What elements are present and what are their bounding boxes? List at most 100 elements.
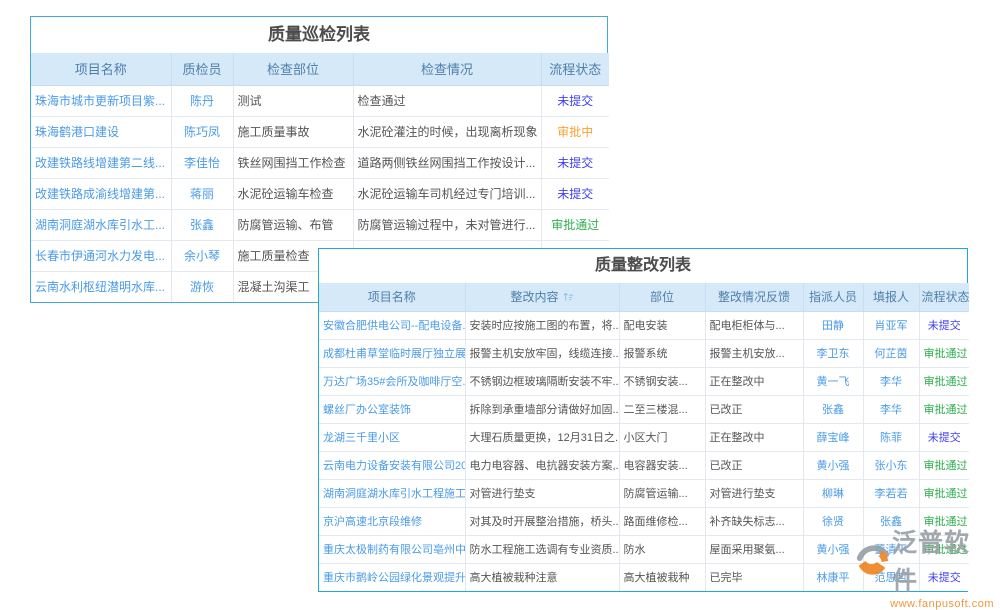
cell-assignee[interactable]: 黄一飞 [803,367,863,395]
column-header-project_name: 项目名称 [31,53,171,85]
cell-reporter[interactable]: 张小东 [863,451,919,479]
cell-content: 防水工程施工选调有专业资质... [465,535,619,563]
cell-assignee[interactable]: 田静 [803,311,863,339]
column-header-inspector: 质检员 [171,53,233,85]
cell-project_name[interactable]: 安徽合肥供电公司--配电设备... [319,311,465,339]
cell-part: 路面维修检... [619,507,705,535]
cell-project_name[interactable]: 云南水利枢纽潜明水库... [31,271,171,302]
cell-check_part: 水泥砼运输车检查 [233,178,353,209]
cell-project_name[interactable]: 云南电力设备安装有限公司20... [319,451,465,479]
cell-check_part: 施工质量事故 [233,116,353,147]
table-row: 万达广场35#会所及咖啡厅空...不锈钢边框玻璃隔断安装不牢...不锈钢安装..… [319,367,969,395]
cell-feedback: 对管进行垫支 [705,479,803,507]
table-row: 安徽合肥供电公司--配电设备...安装时应按施工图的布置，将...配电安装配电柜… [319,311,969,339]
cell-reporter[interactable]: 陈菲 [863,423,919,451]
cell-inspector[interactable]: 陈巧凤 [171,116,233,147]
cell-content: 不锈钢边框玻璃隔断安装不牢... [465,367,619,395]
cell-project_name[interactable]: 成都杜甫草堂临时展厅独立展... [319,339,465,367]
cell-check_result: 水泥砼灌注的时候，出现离析现象 [353,116,541,147]
cell-project_name[interactable]: 重庆太极制药有限公司亳州中... [319,535,465,563]
cell-part: 报警系统 [619,339,705,367]
cell-part: 电容器安装... [619,451,705,479]
column-label-assignee: 指派人员 [809,290,857,304]
cell-project_name[interactable]: 龙湖三千里小区 [319,423,465,451]
table-header-row: 项目名称整改内容部位整改情况反馈指派人员填报人流程状态 [319,283,969,311]
cell-status: 未提交 [919,311,969,339]
watermark-brand: 泛普软件 [892,524,994,600]
table-row: 湖南洞庭湖水库引水工程施工标对管进行垫支防腐管运输...对管进行垫支柳琳李若若审… [319,479,969,507]
column-header-feedback: 整改情况反馈 [705,283,803,311]
cell-reporter[interactable]: 李华 [863,367,919,395]
cell-part: 不锈钢安装... [619,367,705,395]
cell-check_part: 铁丝网围挡工作检查 [233,147,353,178]
cell-check_part: 防腐管运输、布管 [233,209,353,240]
cell-check_result: 道路两侧铁丝网围挡工作按设计... [353,147,541,178]
cell-content: 大理石质量更换，12月31日之... [465,423,619,451]
cell-part: 防水 [619,535,705,563]
cell-project_name[interactable]: 珠海市城市更新项目紫... [31,85,171,116]
cell-assignee[interactable]: 张鑫 [803,395,863,423]
column-label-check_result: 检查情况 [421,62,473,77]
cell-project_name[interactable]: 重庆市鹅岭公园绿化景观提升... [319,563,465,591]
cell-feedback: 正在整改中 [705,367,803,395]
cell-project_name[interactable]: 改建铁路线增建第二线... [31,147,171,178]
cell-status: 审批通过 [919,339,969,367]
cell-assignee[interactable]: 黄小强 [803,451,863,479]
table-row: 珠海市城市更新项目紫...陈丹测试检查通过未提交 [31,85,609,116]
column-header-content[interactable]: 整改内容 [465,283,619,311]
cell-reporter[interactable]: 何芷茵 [863,339,919,367]
cell-inspector[interactable]: 余小琴 [171,240,233,271]
column-header-status: 流程状态 [541,53,609,85]
cell-part: 高大植被栽种 [619,563,705,591]
cell-inspector[interactable]: 陈丹 [171,85,233,116]
cell-reporter[interactable]: 李华 [863,395,919,423]
cell-check_result: 水泥砼运输车司机经过专门培训... [353,178,541,209]
cell-reporter[interactable]: 肖亚军 [863,311,919,339]
cell-project_name[interactable]: 螺丝厂办公室装饰 [319,395,465,423]
cell-project_name[interactable]: 万达广场35#会所及咖啡厅空... [319,367,465,395]
cell-project_name[interactable]: 改建铁路成渝线增建第... [31,178,171,209]
cell-status: 审批通过 [919,367,969,395]
table-row: 湖南洞庭湖水库引水工...张鑫防腐管运输、布管防腐管运输过程中，未对管进行...… [31,209,609,240]
column-header-part: 部位 [619,283,705,311]
cell-check_part: 测试 [233,85,353,116]
cell-reporter[interactable]: 李若若 [863,479,919,507]
cell-inspector[interactable]: 李佳怡 [171,147,233,178]
table-row: 成都杜甫草堂临时展厅独立展...报警主机安放牢固，线缆连接...报警系统报警主机… [319,339,969,367]
table-row: 螺丝厂办公室装饰拆除到承重墙部分请做好加固...二至三楼混...已改正张鑫李华审… [319,395,969,423]
cell-feedback: 报警主机安放... [705,339,803,367]
cell-feedback: 已改正 [705,395,803,423]
cell-part: 二至三楼混... [619,395,705,423]
column-label-status: 流程状态 [549,62,601,77]
cell-inspector[interactable]: 游恢 [171,271,233,302]
cell-project_name[interactable]: 湖南洞庭湖水库引水工程施工标 [319,479,465,507]
cell-check_result: 防腐管运输过程中，未对管进行... [353,209,541,240]
cell-feedback: 补齐缺失标志... [705,507,803,535]
cell-content: 对其及时开展整治措施，桥头... [465,507,619,535]
cell-project_name[interactable]: 湖南洞庭湖水库引水工... [31,209,171,240]
cell-feedback: 正在整改中 [705,423,803,451]
column-label-project_name: 项目名称 [75,62,127,77]
table-row: 云南电力设备安装有限公司20...电力电容器、电抗器安装方案,...电容器安装.… [319,451,969,479]
cell-inspector[interactable]: 张鑫 [171,209,233,240]
column-header-status: 流程状态 [919,283,969,311]
inspection-list-title: 质量巡检列表 [31,17,607,53]
table-row: 珠海鹤港口建设陈巧凤施工质量事故水泥砼灌注的时候，出现离析现象审批中 [31,116,609,147]
table-row: 改建铁路成渝线增建第...蒋丽水泥砼运输车检查水泥砼运输车司机经过专门培训...… [31,178,609,209]
cell-feedback: 已完毕 [705,563,803,591]
cell-project_name[interactable]: 珠海鹤港口建设 [31,116,171,147]
cell-part: 防腐管运输... [619,479,705,507]
cell-assignee[interactable]: 柳琳 [803,479,863,507]
cell-project_name[interactable]: 长春市伊通河水力发电... [31,240,171,271]
cell-assignee[interactable]: 李卫东 [803,339,863,367]
cell-status: 审批通过 [919,479,969,507]
column-header-reporter: 填报人 [863,283,919,311]
cell-status: 未提交 [541,147,609,178]
cell-project_name[interactable]: 京沪高速北京段维修 [319,507,465,535]
cell-content: 高大植被栽种注意 [465,563,619,591]
cell-inspector[interactable]: 蒋丽 [171,178,233,209]
sort-icon[interactable] [563,291,574,305]
cell-assignee[interactable]: 薛宝峰 [803,423,863,451]
column-label-inspector: 质检员 [182,62,221,77]
cell-check_result: 检查通过 [353,85,541,116]
